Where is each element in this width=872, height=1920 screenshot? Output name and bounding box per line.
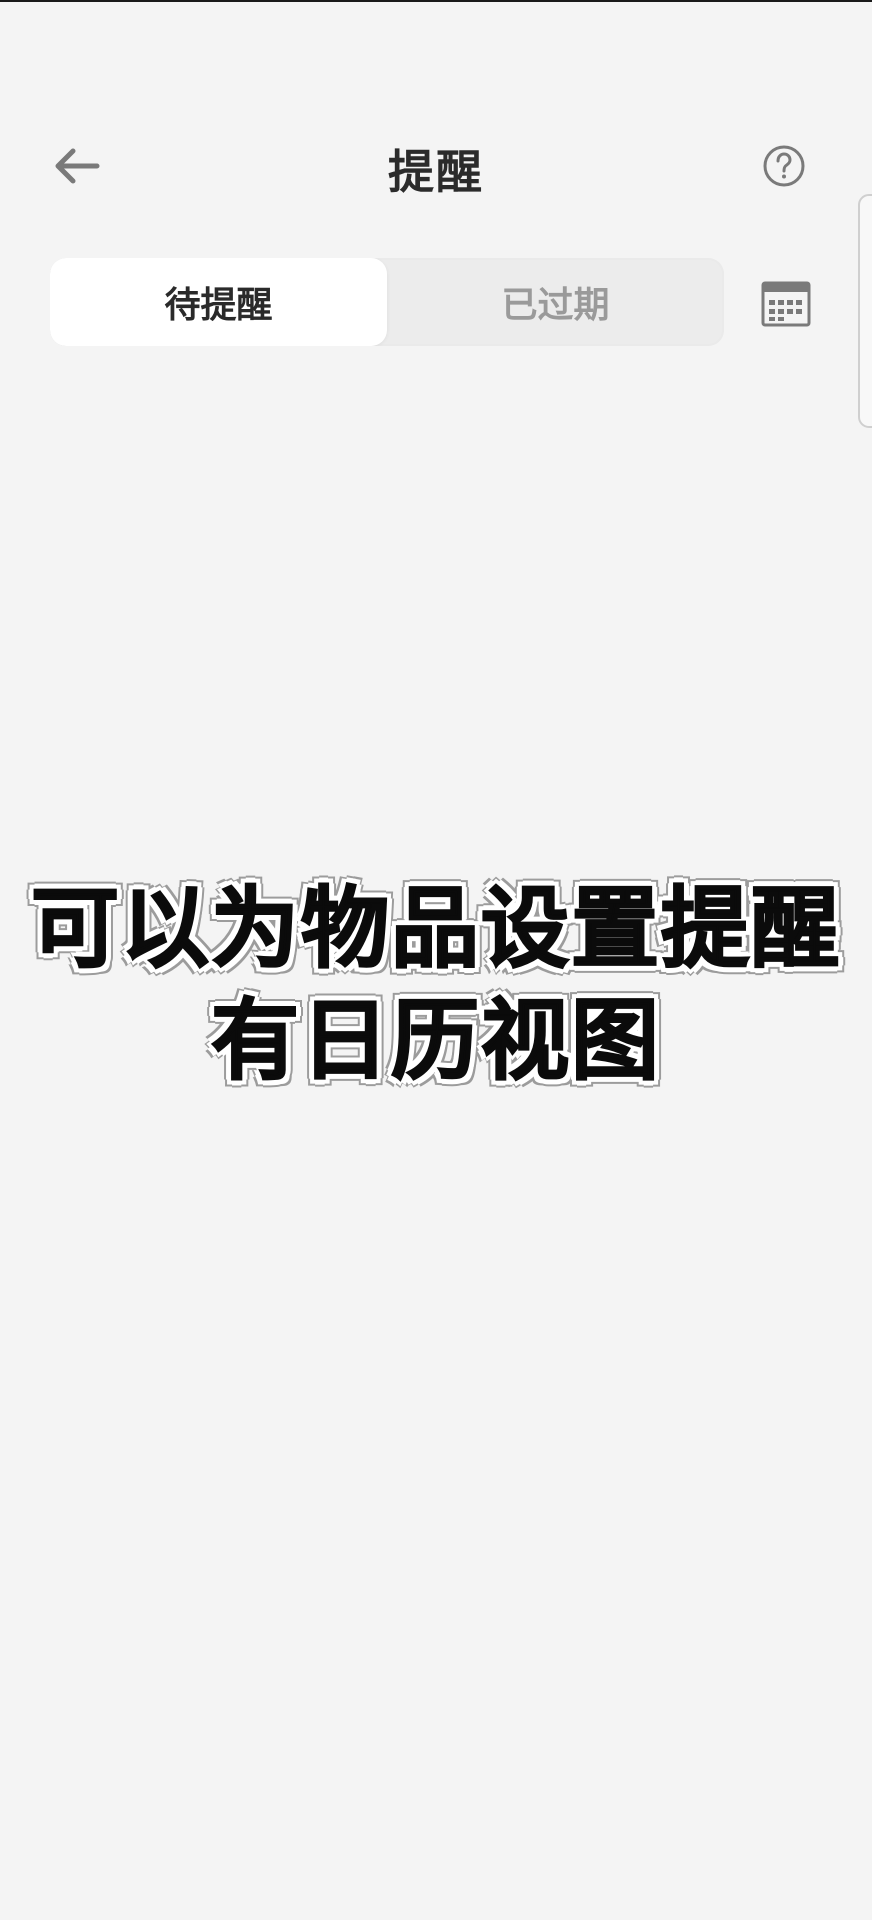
reminder-tabs: 待提醒 已过期	[50, 258, 724, 346]
tab-pending[interactable]: 待提醒	[50, 258, 387, 346]
edge-scroll-handle[interactable]	[858, 194, 872, 428]
caption-line-2: 有日历视图	[210, 988, 661, 1093]
question-circle-icon	[763, 145, 805, 187]
screen-top-edge	[0, 0, 872, 2]
app-header: 提醒	[0, 110, 872, 220]
page-title: 提醒	[388, 145, 484, 199]
calendar-icon	[761, 281, 811, 327]
calendar-view-button[interactable]	[760, 278, 812, 330]
caption-line-1: 可以为物品设置提醒	[30, 876, 841, 981]
tab-expired[interactable]: 已过期	[387, 258, 724, 346]
help-button[interactable]	[758, 140, 810, 192]
